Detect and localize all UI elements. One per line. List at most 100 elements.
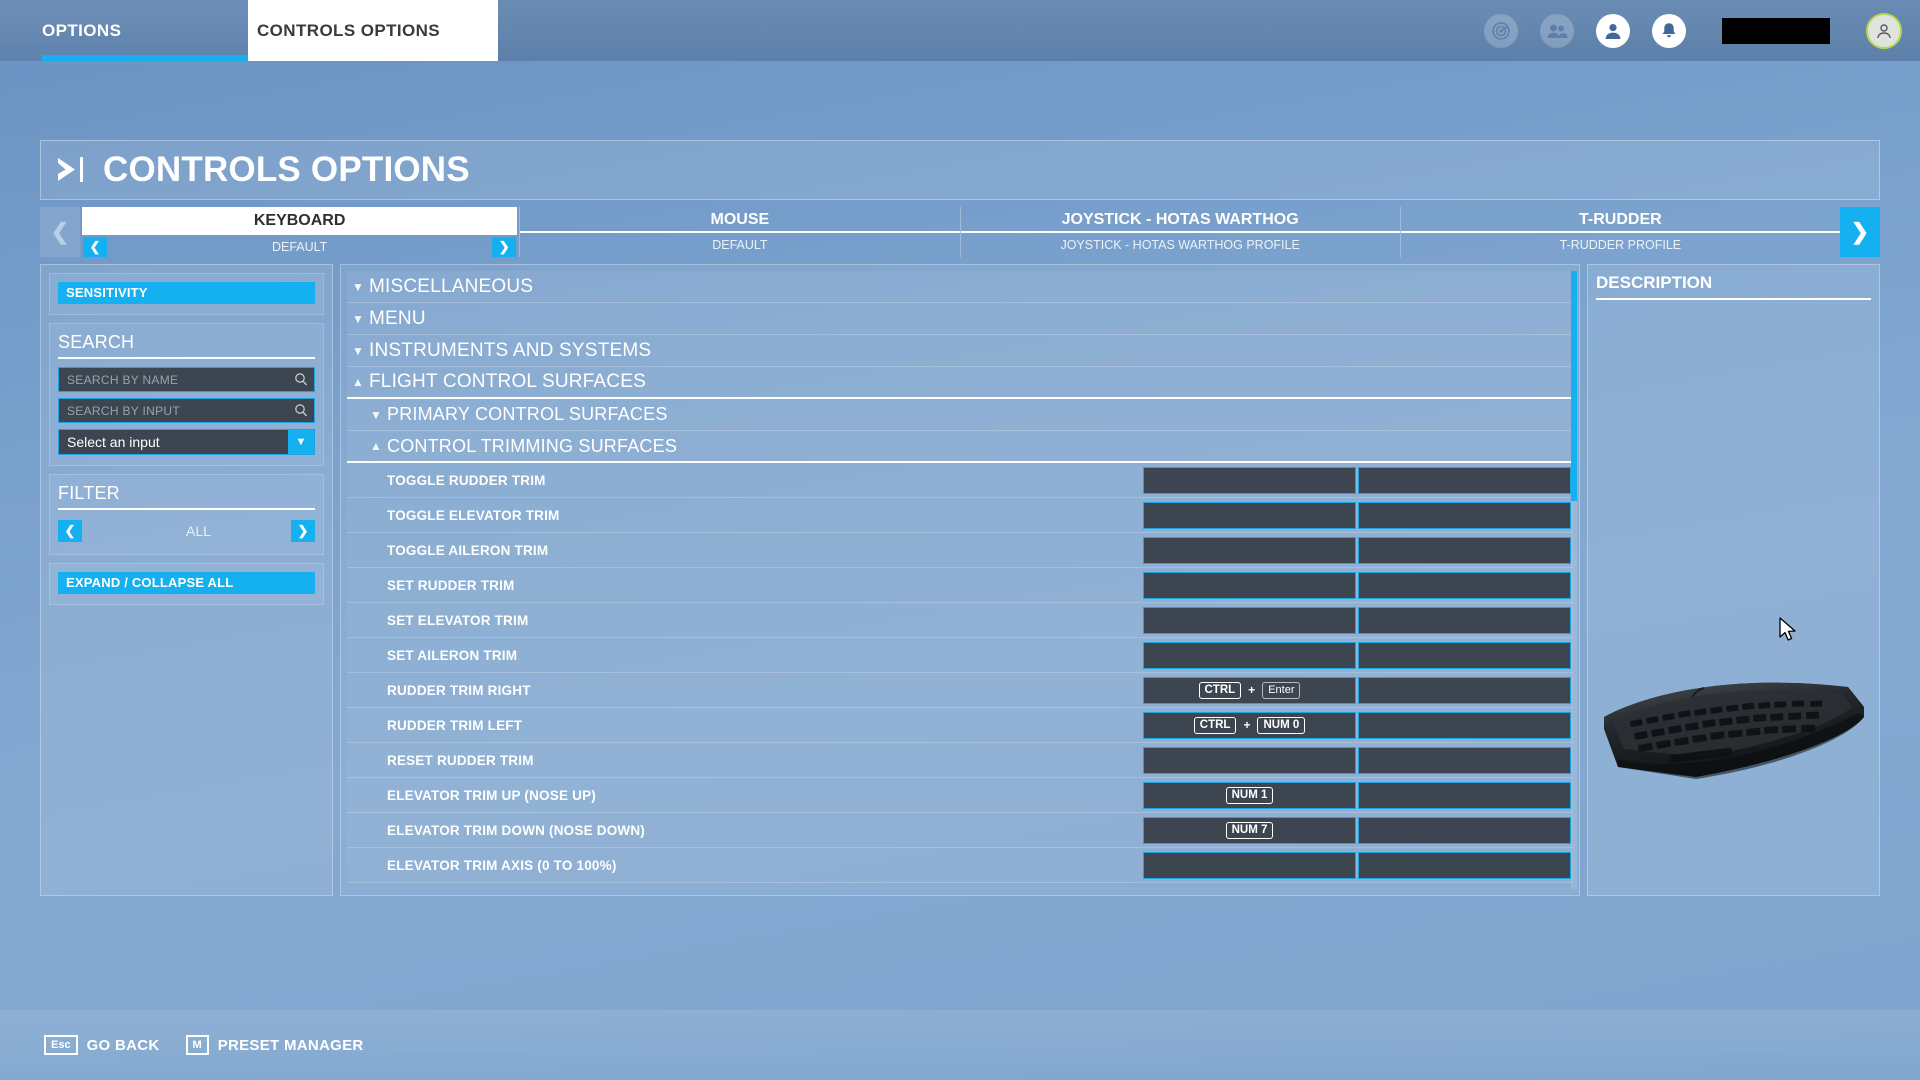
category-menu[interactable]: ▼ MENU xyxy=(347,303,1573,335)
table-row[interactable]: TOGGLE ELEVATOR TRIM xyxy=(347,498,1573,533)
binding-secondary-cell[interactable] xyxy=(1358,816,1571,844)
table-row[interactable]: ELEVATOR TRIM AXIS (0 TO 100%) xyxy=(347,848,1573,883)
binding-secondary-cell[interactable] xyxy=(1358,606,1571,634)
list-scrollbar-thumb[interactable] xyxy=(1571,271,1577,501)
binding-secondary-cell[interactable] xyxy=(1358,641,1571,669)
select-input-dropdown[interactable]: Select an input ▼ xyxy=(58,429,315,455)
table-row[interactable]: SET ELEVATOR TRIM xyxy=(347,603,1573,638)
binding-secondary-cell[interactable] xyxy=(1358,746,1571,774)
expand-collapse-block: EXPAND / COLLAPSE ALL xyxy=(49,563,324,605)
binding-primary-cell[interactable] xyxy=(1143,641,1356,669)
category-instruments-and-systems-label: INSTRUMENTS AND SYSTEMS xyxy=(369,339,652,361)
binding-action-label: TOGGLE ELEVATOR TRIM xyxy=(387,507,560,523)
device-tab-trudder[interactable]: T-RUDDER T-RUDDER PROFILE xyxy=(1400,207,1840,257)
binding-action-label: RESET RUDDER TRIM xyxy=(387,752,534,768)
binding-secondary-cell[interactable] xyxy=(1358,571,1571,599)
table-row[interactable]: SET AILERON TRIM xyxy=(347,638,1573,673)
binding-primary-cell[interactable]: NUM 1 xyxy=(1143,781,1356,809)
binding-secondary-cell[interactable] xyxy=(1358,676,1571,704)
chevron-down-icon[interactable]: ▼ xyxy=(288,430,314,454)
binding-primary-cell[interactable] xyxy=(1143,466,1356,494)
bindings-list: ▼ MISCELLANEOUS ▼ MENU ▼ INSTRUMENTS AND… xyxy=(340,264,1580,896)
device-tab-joystick[interactable]: JOYSTICK - HOTAS WARTHOG JOYSTICK - HOTA… xyxy=(960,207,1401,257)
category-flight-control-surfaces[interactable]: ▲ FLIGHT CONTROL SURFACES xyxy=(347,367,1573,399)
table-row[interactable]: RUDDER TRIM RIGHT CTRL + Enter xyxy=(347,673,1573,708)
category-instruments-and-systems[interactable]: ▼ INSTRUMENTS AND SYSTEMS xyxy=(347,335,1573,367)
filter-next-button[interactable]: ❯ xyxy=(291,520,315,542)
binding-secondary-cell[interactable] xyxy=(1358,536,1571,564)
app-root: OPTIONS CONTROLS OPTIONS CONTROLS OPTION… xyxy=(0,0,1920,1080)
tab-options[interactable]: OPTIONS xyxy=(0,0,248,61)
binding-primary-cell[interactable] xyxy=(1143,501,1356,529)
binding-action-label: ELEVATOR TRIM UP (NOSE UP) xyxy=(387,787,596,803)
profile-next-button[interactable]: ❯ xyxy=(492,237,517,257)
table-row[interactable]: ELEVATOR TRIM UP (NOSE UP) NUM 1 xyxy=(347,778,1573,813)
search-icon xyxy=(294,372,308,390)
keyboard-image xyxy=(1596,655,1874,805)
key-chip: NUM 1 xyxy=(1225,786,1274,804)
filter-prev-button[interactable]: ❮ xyxy=(58,520,82,542)
binding-primary-cell[interactable] xyxy=(1143,746,1356,774)
bell-icon[interactable] xyxy=(1652,13,1686,48)
search-by-name-input[interactable]: SEARCH BY NAME xyxy=(58,367,315,392)
binding-action-label: SET ELEVATOR TRIM xyxy=(387,612,529,628)
filter-block: FILTER ❮ ALL ❯ xyxy=(49,474,324,555)
category-flight-control-surfaces-label: FLIGHT CONTROL SURFACES xyxy=(369,371,646,392)
binding-secondary-cell[interactable] xyxy=(1358,711,1571,739)
footer-go-back-label: GO BACK xyxy=(86,1036,160,1054)
binding-primary-cell[interactable]: CTRL + NUM 0 xyxy=(1143,711,1356,739)
binding-primary-cell[interactable] xyxy=(1143,536,1356,564)
binding-primary-cell[interactable]: NUM 7 xyxy=(1143,816,1356,844)
sidebar: SENSITIVITY SEARCH SEARCH BY NAME SEARCH… xyxy=(40,264,333,896)
footer-go-back[interactable]: Esc GO BACK xyxy=(44,1035,160,1055)
category-primary-control-surfaces-label: PRIMARY CONTROL SURFACES xyxy=(387,404,668,424)
table-row[interactable]: RESET RUDDER TRIM xyxy=(347,743,1573,778)
device-tab-mouse-profile: DEFAULT xyxy=(712,238,768,252)
binding-secondary-cell[interactable] xyxy=(1358,501,1571,529)
table-row[interactable]: TOGGLE AILERON TRIM xyxy=(347,533,1573,568)
binding-primary-cell[interactable] xyxy=(1143,851,1356,879)
binding-action-label: RUDDER TRIM LEFT xyxy=(387,717,523,733)
profile-icon[interactable] xyxy=(1596,13,1630,48)
category-control-trimming-surfaces[interactable]: ▲ CONTROL TRIMMING SURFACES xyxy=(347,431,1573,463)
binding-action-label: SET AILERON TRIM xyxy=(387,647,518,663)
binding-primary-cell[interactable]: CTRL + Enter xyxy=(1143,676,1356,704)
sensitivity-block: SENSITIVITY xyxy=(49,273,324,315)
device-tab-mouse[interactable]: MOUSE DEFAULT xyxy=(520,207,961,257)
binding-primary-cell[interactable] xyxy=(1143,571,1356,599)
expand-collapse-all-button[interactable]: EXPAND / COLLAPSE ALL xyxy=(58,572,315,594)
table-row[interactable]: ELEVATOR TRIM DOWN (NOSE DOWN) NUM 7 xyxy=(347,813,1573,848)
radar-icon[interactable] xyxy=(1484,13,1518,48)
device-tab-bar: ❮ KEYBOARD ❮ DEFAULT ❯ MOUSE DEFAULT JOY… xyxy=(40,207,1880,257)
device-tab-keyboard-profile: ❮ DEFAULT ❯ xyxy=(80,235,519,259)
binding-secondary-cell[interactable] xyxy=(1358,466,1571,494)
chevron-down-icon: ▼ xyxy=(351,279,365,294)
binding-secondary-cell[interactable] xyxy=(1358,781,1571,809)
table-row[interactable]: SET RUDDER TRIM xyxy=(347,568,1573,603)
device-next-button[interactable]: ❯ xyxy=(1840,207,1880,257)
friends-icon[interactable] xyxy=(1540,13,1574,48)
table-row[interactable]: TOGGLE RUDDER TRIM xyxy=(347,463,1573,498)
sensitivity-button[interactable]: SENSITIVITY xyxy=(58,282,315,304)
footer-preset-manager[interactable]: M PRESET MANAGER xyxy=(185,1035,364,1055)
binding-action-label: SET RUDDER TRIM xyxy=(387,577,515,593)
chevron-down-icon: ▼ xyxy=(351,311,365,326)
device-tab-keyboard[interactable]: KEYBOARD ❮ DEFAULT ❯ xyxy=(80,207,521,259)
description-header: DESCRIPTION xyxy=(1596,273,1871,300)
table-row[interactable]: RUDDER TRIM LEFT CTRL + NUM 0 xyxy=(347,708,1573,743)
binding-secondary-cell[interactable] xyxy=(1358,851,1571,879)
binding-primary-cell[interactable] xyxy=(1143,606,1356,634)
tab-controls-options[interactable]: CONTROLS OPTIONS xyxy=(248,0,498,61)
device-prev-button[interactable]: ❮ xyxy=(40,207,80,257)
search-by-input-input[interactable]: SEARCH BY INPUT xyxy=(58,398,315,423)
category-miscellaneous[interactable]: ▼ MISCELLANEOUS xyxy=(347,271,1573,303)
select-input-value: Select an input xyxy=(67,434,160,450)
category-primary-control-surfaces[interactable]: ▼ PRIMARY CONTROL SURFACES xyxy=(347,399,1573,431)
profile-prev-button[interactable]: ❮ xyxy=(83,237,107,257)
page-title: CONTROLS OPTIONS xyxy=(103,150,470,189)
binding-action-label: RUDDER TRIM RIGHT xyxy=(387,682,531,698)
avatar[interactable] xyxy=(1866,12,1902,49)
category-control-trimming-surfaces-label: CONTROL TRIMMING SURFACES xyxy=(387,435,678,456)
list-scrollbar[interactable] xyxy=(1571,271,1577,889)
username-redacted xyxy=(1722,17,1830,44)
